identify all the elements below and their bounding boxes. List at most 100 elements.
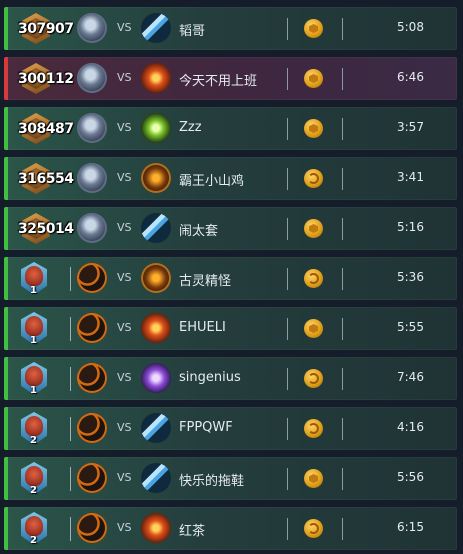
legend-rank-badge: 325014 bbox=[18, 210, 78, 247]
match-history-list: 307907 VS 韬哥 5:08 300112 VS 今天不用上班 6:46 … bbox=[0, 0, 463, 554]
mmr-value: 308487 bbox=[18, 121, 74, 137]
divider bbox=[287, 468, 288, 490]
vs-label: VS bbox=[117, 471, 132, 484]
sword-hero-icon bbox=[77, 113, 107, 143]
swirl-mode-icon bbox=[304, 369, 323, 388]
match-row[interactable]: 2 VS 快乐的拖鞋 5:56 bbox=[4, 457, 457, 500]
match-duration: 6:46 bbox=[397, 70, 424, 84]
match-duration: 5:56 bbox=[397, 470, 424, 484]
dark-hero-icon bbox=[77, 513, 107, 543]
match-duration: 6:15 bbox=[397, 520, 424, 534]
fire-hero-icon bbox=[141, 513, 171, 543]
hex-mode-icon bbox=[304, 19, 323, 38]
hex-mode-icon bbox=[304, 469, 323, 488]
match-row[interactable]: 300112 VS 今天不用上班 6:46 bbox=[4, 57, 457, 100]
result-indicator bbox=[4, 7, 8, 50]
divider bbox=[287, 518, 288, 540]
result-indicator bbox=[4, 357, 8, 400]
divider bbox=[342, 518, 343, 540]
match-row[interactable]: 2 VS FPPQWF 4:16 bbox=[4, 407, 457, 450]
mmr-value: 316554 bbox=[18, 171, 74, 187]
fire-hero-icon bbox=[141, 63, 171, 93]
mmr-value: 325014 bbox=[18, 221, 74, 237]
dark-hero-icon bbox=[77, 313, 107, 343]
vs-label: VS bbox=[117, 21, 132, 34]
opponent-name: 韬哥 bbox=[179, 24, 206, 39]
hex-mode-icon bbox=[304, 219, 323, 238]
rank-number: 2 bbox=[30, 535, 37, 546]
vs-label: VS bbox=[117, 121, 132, 134]
divider bbox=[70, 267, 71, 291]
sword-hero-icon bbox=[77, 213, 107, 243]
mmr-value: 300112 bbox=[18, 71, 74, 87]
rank-badge: 2 bbox=[18, 510, 78, 547]
blade-hero-icon bbox=[141, 413, 171, 443]
nature-hero-icon bbox=[141, 113, 171, 143]
blade-hero-icon bbox=[141, 13, 171, 43]
opponent-name: singenius bbox=[179, 370, 241, 385]
match-row[interactable]: 307907 VS 韬哥 5:08 bbox=[4, 7, 457, 50]
result-indicator bbox=[4, 57, 8, 100]
divider bbox=[287, 168, 288, 190]
match-duration: 7:46 bbox=[397, 370, 424, 384]
match-row[interactable]: 1 VS 古灵精怪 5:36 bbox=[4, 257, 457, 300]
warlord-hero-icon bbox=[141, 163, 171, 193]
match-row[interactable]: 325014 VS 闹太套 5:16 bbox=[4, 207, 457, 250]
match-row[interactable]: 316554 VS 霸王小山鸡 3:41 bbox=[4, 157, 457, 200]
legend-rank-badge: 300112 bbox=[18, 60, 78, 97]
opponent-name: 快乐的拖鞋 bbox=[179, 474, 245, 489]
divider bbox=[287, 418, 288, 440]
divider bbox=[342, 68, 343, 90]
rank-number: 1 bbox=[30, 335, 37, 346]
vs-label: VS bbox=[117, 371, 132, 384]
divider bbox=[287, 18, 288, 40]
divider bbox=[287, 218, 288, 240]
fire-hero-icon bbox=[141, 313, 171, 343]
vs-label: VS bbox=[117, 271, 132, 284]
divider bbox=[342, 368, 343, 390]
result-indicator bbox=[4, 507, 8, 550]
opponent-name: Zzz bbox=[179, 120, 202, 135]
warlord-hero-icon bbox=[141, 263, 171, 293]
divider bbox=[287, 268, 288, 290]
vs-label: VS bbox=[117, 421, 132, 434]
match-row[interactable]: 308487 VS Zzz 3:57 bbox=[4, 107, 457, 150]
rank-number: 1 bbox=[30, 385, 37, 396]
vs-label: VS bbox=[117, 221, 132, 234]
dark-hero-icon bbox=[77, 413, 107, 443]
match-row[interactable]: 1 VS singenius 7:46 bbox=[4, 357, 457, 400]
match-duration: 3:57 bbox=[397, 120, 424, 134]
match-row[interactable]: 2 VS 红茶 6:15 bbox=[4, 507, 457, 550]
legend-rank-badge: 307907 bbox=[18, 10, 78, 47]
vs-label: VS bbox=[117, 521, 132, 534]
swirl-mode-icon bbox=[304, 519, 323, 538]
opponent-name: 古灵精怪 bbox=[179, 274, 232, 289]
sword-hero-icon bbox=[77, 163, 107, 193]
divider bbox=[342, 418, 343, 440]
rank-number: 2 bbox=[30, 485, 37, 496]
match-row[interactable]: 1 VS EHUELI 5:55 bbox=[4, 307, 457, 350]
match-duration: 5:16 bbox=[397, 220, 424, 234]
result-indicator bbox=[4, 457, 8, 500]
vs-label: VS bbox=[117, 171, 132, 184]
rank-number: 1 bbox=[30, 285, 37, 296]
mmr-value: 307907 bbox=[18, 21, 74, 37]
divider bbox=[342, 468, 343, 490]
rank-badge: 2 bbox=[18, 410, 78, 447]
arcane-hero-icon bbox=[141, 363, 171, 393]
match-duration: 4:16 bbox=[397, 420, 424, 434]
divider bbox=[70, 367, 71, 391]
dark-hero-icon bbox=[77, 263, 107, 293]
divider bbox=[287, 68, 288, 90]
dark-hero-icon bbox=[77, 363, 107, 393]
blade-hero-icon bbox=[141, 463, 171, 493]
divider bbox=[342, 318, 343, 340]
divider bbox=[342, 18, 343, 40]
divider bbox=[70, 417, 71, 441]
divider bbox=[287, 368, 288, 390]
result-indicator bbox=[4, 307, 8, 350]
divider bbox=[342, 268, 343, 290]
opponent-name: 闹太套 bbox=[179, 224, 219, 239]
match-duration: 5:55 bbox=[397, 320, 424, 334]
result-indicator bbox=[4, 257, 8, 300]
